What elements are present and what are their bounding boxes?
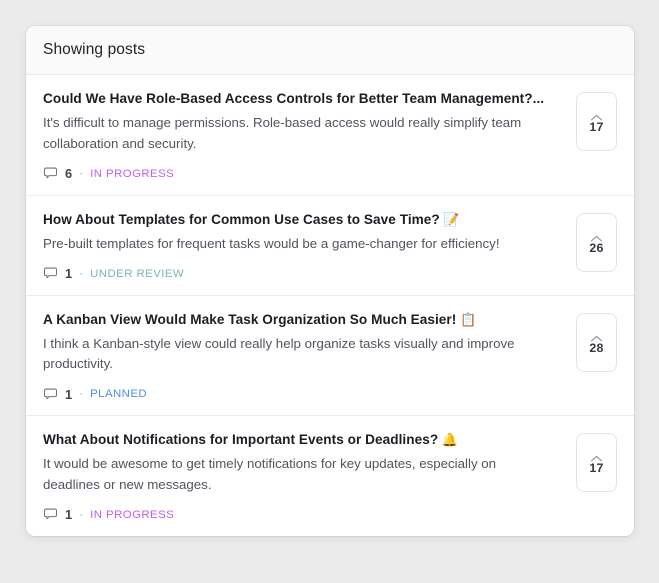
comment-count: 6 (65, 166, 73, 182)
post-title-emoji: 📝 (439, 211, 460, 227)
post-content: What About Notifications for Important E… (43, 431, 576, 523)
upvote-button[interactable]: 28 (576, 312, 617, 372)
upvote-button[interactable]: 17 (576, 433, 617, 493)
post-title-text: A Kanban View Would Make Task Organizati… (43, 311, 457, 327)
chevron-up-icon (590, 109, 603, 121)
post-meta: 1 · PLANNED (43, 386, 560, 402)
status-badge: IN PROGRESS (90, 167, 175, 180)
post-title-text: Could We Have Role-Based Access Controls… (43, 91, 545, 106)
upvote-count: 26 (589, 240, 604, 255)
comment-icon (43, 266, 58, 281)
post-title[interactable]: How About Templates for Common Use Cases… (43, 211, 560, 229)
post-content: A Kanban View Would Make Task Organizati… (43, 311, 576, 403)
status-badge: UNDER REVIEW (90, 267, 185, 280)
meta-separator: · (79, 506, 84, 521)
post-title[interactable]: A Kanban View Would Make Task Organizati… (43, 311, 560, 329)
comment-count: 1 (65, 507, 73, 523)
post-title[interactable]: Could We Have Role-Based Access Controls… (43, 90, 560, 108)
comment-count: 1 (65, 266, 73, 282)
post-description: It's difficult to manage permissions. Ro… (43, 115, 522, 151)
comment-count: 1 (65, 386, 73, 402)
chevron-up-icon (590, 330, 603, 341)
post-list-item[interactable]: Could We Have Role-Based Access Controls… (26, 75, 634, 196)
post-content: Could We Have Role-Based Access Controls… (43, 90, 576, 182)
post-list-item[interactable]: A Kanban View Would Make Task Organizati… (26, 295, 634, 417)
comment-icon (43, 166, 58, 181)
chevron-up-icon (590, 450, 603, 462)
post-title-text: How About Templates for Common Use Cases… (43, 211, 440, 227)
post-content: How About Templates for Common Use Cases… (43, 211, 576, 282)
upvote-button[interactable]: 26 (576, 212, 617, 272)
post-description: It would be awesome to get timely notifi… (43, 456, 497, 493)
upvote-button[interactable]: 17 (576, 92, 617, 151)
post-list-item[interactable]: How About Templates for Common Use Cases… (26, 195, 634, 296)
post-title[interactable]: What About Notifications for Important E… (43, 431, 560, 449)
page-background: Showing posts Could We Have Role-Based A… (0, 0, 659, 583)
status-badge: PLANNED (90, 388, 148, 401)
upvote-count: 17 (589, 461, 604, 476)
post-meta: 6 · IN PROGRESS (43, 166, 560, 182)
post-meta: 1 · IN PROGRESS (43, 507, 560, 523)
status-badge: IN PROGRESS (90, 508, 175, 521)
meta-separator: · (79, 265, 84, 280)
post-list-item[interactable]: What About Notifications for Important E… (26, 416, 634, 536)
post-title-emoji: 🔔 (438, 432, 459, 448)
comment-icon (43, 507, 58, 522)
meta-separator: · (79, 165, 84, 180)
chevron-up-icon (590, 230, 603, 241)
post-description: I think a Kanban-style view could really… (43, 335, 515, 372)
upvote-count: 28 (589, 340, 604, 355)
post-title-text: What About Notifications for Important E… (43, 432, 439, 448)
posts-card: Showing posts Could We Have Role-Based A… (26, 26, 634, 536)
meta-separator: · (79, 386, 84, 401)
post-meta: 1 · UNDER REVIEW (43, 266, 560, 282)
post-title-emoji: 📋 (456, 311, 477, 327)
post-description: Pre-built templates for frequent tasks w… (43, 235, 500, 251)
comment-icon (43, 387, 58, 402)
page-title: Showing posts (43, 41, 146, 58)
upvote-count: 17 (589, 120, 604, 134)
card-header: Showing posts (26, 26, 634, 75)
posts-list: Could We Have Role-Based Access Controls… (26, 75, 634, 536)
